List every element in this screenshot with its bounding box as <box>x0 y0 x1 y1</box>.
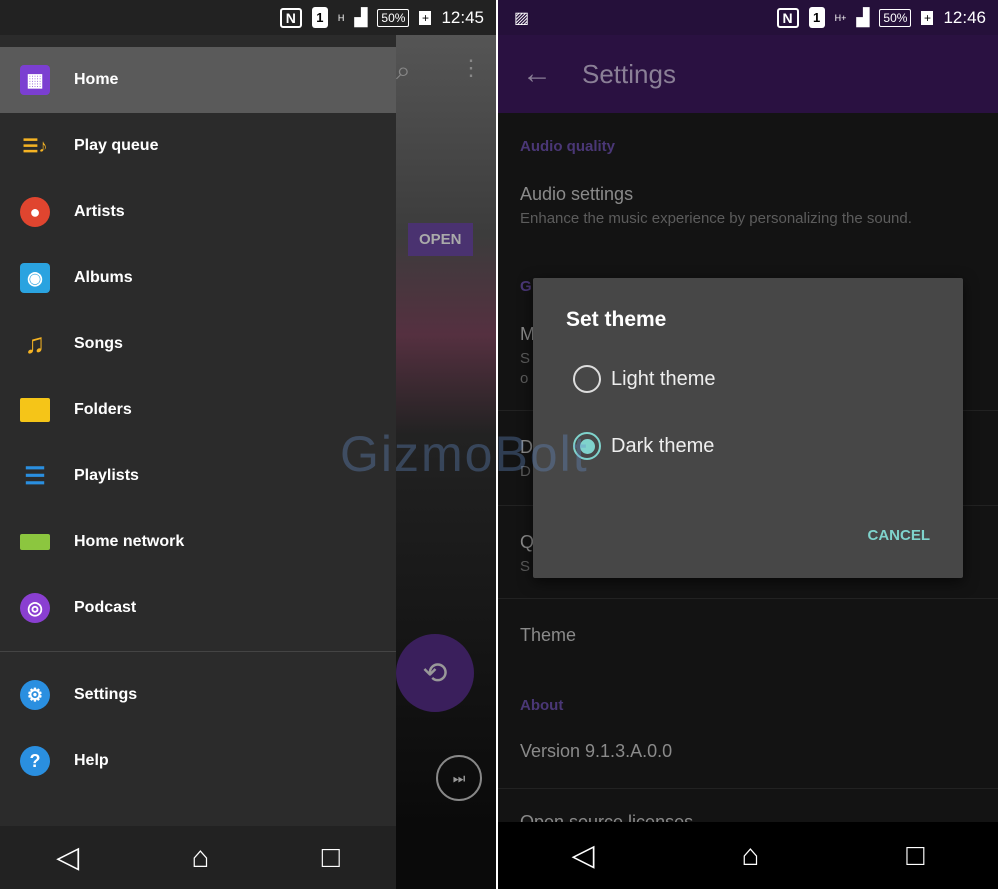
section-header-general: G <box>520 278 532 295</box>
search-icon: ⌕ <box>396 55 411 85</box>
podcast-icon: ◎ <box>20 593 50 623</box>
nfc-icon: N <box>279 7 302 28</box>
drawer-item-settings[interactable]: ⚙ Settings <box>0 662 396 728</box>
network-type: H+ <box>834 12 847 23</box>
artist-icon: ● <box>20 197 50 227</box>
battery-icon: 50% <box>879 8 912 27</box>
drawer-item-songs[interactable]: ♫ Songs <box>0 311 396 377</box>
album-icon: ◉ <box>20 263 50 293</box>
dialog-title: Set theme <box>566 308 667 331</box>
open-button[interactable]: OPEN <box>408 223 473 256</box>
drawer-item-label: Songs <box>74 335 123 352</box>
drawer-item-label: Play queue <box>74 137 159 154</box>
home-network-icon <box>20 534 50 550</box>
network-type: H <box>337 12 345 23</box>
more-icon: ⋮ <box>460 55 482 80</box>
help-icon: ? <box>20 746 50 776</box>
status-bar: ▨ N 1 H+ ▟ 50% + 12:46 <box>498 0 998 35</box>
home-icon: ▦ <box>20 65 50 95</box>
charging-icon: + <box>921 10 934 25</box>
radio-button[interactable] <box>573 365 601 393</box>
version-item[interactable]: Version 9.1.3.A.0.0 <box>520 741 672 762</box>
page-title: Settings <box>582 58 676 89</box>
clock: 12:46 <box>943 7 986 27</box>
section-header-about: About <box>520 697 564 714</box>
audio-settings-summary: Enhance the music experience by personal… <box>520 210 912 227</box>
next-track-button[interactable]: ⏭ <box>436 755 482 801</box>
back-arrow-icon[interactable]: ← <box>522 57 582 91</box>
navigation-drawer: ▦ Home ☰♪ Play queue ● Artists ◉ Albums ♫ Son… <box>0 35 396 826</box>
drawer-divider <box>0 651 396 652</box>
status-bar: N 1 H ▟ 50% + 12:45 <box>0 0 496 35</box>
drawer-item-home[interactable]: ▦ Home <box>0 47 396 113</box>
radio-button-selected[interactable] <box>573 432 601 460</box>
drawer-item-folders[interactable]: Folders <box>0 377 396 443</box>
obscured-summary: D <box>520 463 531 480</box>
obscured-summary: S <box>520 350 531 367</box>
charging-icon: + <box>419 10 432 25</box>
drawer-item-label: Home network <box>74 533 185 550</box>
recents-nav-icon[interactable]: □ <box>322 841 340 875</box>
obscured-summary: S <box>520 558 531 575</box>
signal-icon: ▟ <box>856 7 870 27</box>
home-nav-icon[interactable]: ⌂ <box>741 839 759 873</box>
obscured-item[interactable]: D <box>520 437 533 458</box>
home-nav-icon[interactable]: ⌂ <box>191 841 209 875</box>
navigation-bar: ◁ ⌂ □ <box>0 826 396 889</box>
drawer-item-playlists[interactable]: ☰ Playlists <box>0 443 396 509</box>
folder-icon <box>20 398 50 422</box>
drawer-item-label: Albums <box>74 269 133 286</box>
light-theme-option[interactable]: Light theme <box>573 365 716 393</box>
signal-icon: ▟ <box>354 7 368 27</box>
obscured-item[interactable]: Q <box>520 532 534 553</box>
option-label: Light theme <box>611 367 716 390</box>
drawer-item-help[interactable]: ? Help <box>0 728 396 794</box>
nfc-icon: N <box>776 7 799 28</box>
left-screen: N 1 H ▟ 50% + 12:45 ⌕ ⋮ OPEN ⏭ ⟲ ▦ Home ☰… <box>0 0 496 889</box>
gear-icon: ⚙ <box>20 680 50 710</box>
back-nav-icon[interactable]: ◁ <box>56 840 79 875</box>
toolbar: ← Settings <box>498 35 998 113</box>
obscured-summary: o <box>520 370 529 387</box>
drawer-item-label: Settings <box>74 686 138 703</box>
divider <box>498 598 998 599</box>
drawer-item-albums[interactable]: ◉ Albums <box>0 245 396 311</box>
drawer-item-label: Help <box>74 752 109 769</box>
section-header-audio-quality: Audio quality <box>520 138 615 155</box>
set-theme-dialog: Set theme Light theme Dark theme CANCEL <box>533 278 963 578</box>
battery-icon: 50% <box>377 8 410 27</box>
drawer-item-play-queue[interactable]: ☰♪ Play queue <box>0 113 396 179</box>
sim-icon: 1 <box>808 7 825 28</box>
drawer-item-artists[interactable]: ● Artists <box>0 179 396 245</box>
audio-settings-item[interactable]: Audio settings <box>520 184 633 205</box>
sim-icon: 1 <box>311 7 328 28</box>
cancel-button[interactable]: CANCEL <box>868 527 931 544</box>
background-nav-area <box>396 826 496 889</box>
back-nav-icon[interactable]: ◁ <box>571 838 594 873</box>
dark-theme-option[interactable]: Dark theme <box>573 432 714 460</box>
drawer-item-label: Folders <box>74 401 132 418</box>
music-note-icon: ♫ <box>24 328 46 359</box>
playlist-icon: ☰ <box>24 462 46 490</box>
drawer-item-label: Podcast <box>74 599 137 616</box>
recents-nav-icon[interactable]: □ <box>906 839 924 873</box>
shuffle-fab[interactable]: ⟲ <box>396 634 474 712</box>
play-queue-icon: ☰♪ <box>22 135 48 156</box>
drawer-item-podcast[interactable]: ◎ Podcast <box>0 575 396 641</box>
option-label: Dark theme <box>611 434 715 457</box>
clock: 12:45 <box>441 7 484 27</box>
drawer-item-label: Playlists <box>74 467 139 484</box>
drawer-item-label: Artists <box>74 203 125 220</box>
drawer-item-home-network[interactable]: Home network <box>0 509 396 575</box>
right-screen: ▨ N 1 H+ ▟ 50% + 12:46 ← Settings Audio … <box>498 0 998 889</box>
image-notification-icon: ▨ <box>514 9 530 27</box>
navigation-bar: ◁ ⌂ □ <box>498 822 998 889</box>
divider <box>498 788 998 789</box>
theme-item[interactable]: Theme <box>520 625 576 646</box>
drawer-item-label: Home <box>74 71 119 88</box>
